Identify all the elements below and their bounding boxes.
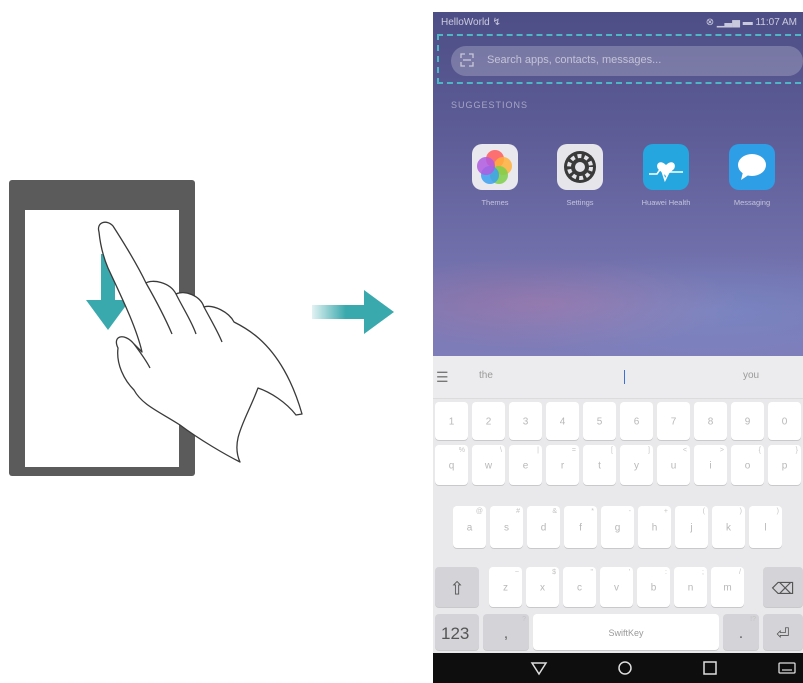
candidate-word[interactable]: the: [479, 370, 493, 381]
keyboard-key[interactable]: {o: [731, 445, 764, 485]
keyboard-key[interactable]: 3: [509, 402, 542, 440]
phone-screen: HelloWorld ↯ ⊗ ▁▃▅ ▬ 11:07 AM Search app…: [433, 12, 803, 683]
keyboard-key[interactable]: ~ z: [489, 567, 522, 607]
messaging-icon: [729, 144, 775, 190]
health-icon: [643, 144, 689, 190]
numbers-toggle-key[interactable]: 123: [435, 614, 479, 650]
keyboard-key[interactable]: ' v: [600, 567, 633, 607]
keyboard-key[interactable]: % q: [435, 445, 468, 485]
keyboard-key[interactable]: & d: [527, 506, 560, 548]
backspace-key[interactable]: ⌫: [763, 567, 803, 607]
keyboard-key[interactable]: | e: [509, 445, 542, 485]
home-icon[interactable]: [616, 660, 634, 676]
keyboard-key[interactable]: / m: [711, 567, 744, 607]
keyboard-key[interactable]: ) l: [749, 506, 782, 548]
keyboard-key[interactable]: ] y: [620, 445, 653, 485]
space-key[interactable]: SwiftKey: [533, 614, 719, 650]
period-key[interactable]: !? .: [723, 614, 759, 650]
keyboard-key[interactable]: 2: [472, 402, 505, 440]
status-icons: ⊗ ▁▃▅ ▬ 11:07 AM: [705, 17, 797, 28]
candidate-word[interactable]: you: [743, 370, 759, 381]
keyboard-key[interactable]: } p: [768, 445, 801, 485]
recents-icon[interactable]: [701, 660, 719, 676]
search-input[interactable]: Search apps, contacts, messages...: [487, 54, 661, 66]
settings-icon: [557, 144, 603, 190]
suggestions-heading: SUGGESTIONS: [451, 100, 529, 110]
keyboard-key[interactable]: = r: [546, 445, 579, 485]
keyboard-key[interactable]: * f: [564, 506, 597, 548]
candidate-bar: ☰ the you: [433, 356, 803, 399]
app-label: Huawei Health: [641, 198, 691, 207]
keyboard-key[interactable]: @ a: [453, 506, 486, 548]
transition-arrow-icon: [312, 290, 394, 334]
hand-icon: [97, 221, 303, 463]
keyboard-key[interactable]: 4: [546, 402, 579, 440]
app-settings[interactable]: Settings: [545, 144, 615, 207]
comma-key[interactable]: ? ,: [483, 614, 529, 650]
keyboard-key[interactable]: :b: [637, 567, 670, 607]
keyboard-key[interactable]: 9: [731, 402, 764, 440]
status-bar: HelloWorld ↯ ⊗ ▁▃▅ ▬ 11:07 AM: [433, 12, 803, 34]
keyboard-key[interactable]: -g: [601, 506, 634, 548]
themes-icon: [472, 144, 518, 190]
keyboard-key[interactable]: 5: [583, 402, 616, 440]
keyboard-key[interactable]: < u: [657, 445, 690, 485]
swipe-gesture-illustration: [86, 221, 303, 463]
app-label: Settings: [566, 198, 594, 207]
text-cursor: [624, 370, 625, 384]
app-messaging[interactable]: Messaging: [717, 144, 787, 207]
keyboard-key[interactable]: + h: [638, 506, 671, 548]
shift-key[interactable]: ⇧: [435, 567, 479, 607]
search-bar[interactable]: Search apps, contacts, messages...: [451, 46, 803, 76]
keyboard-key[interactable]: (j: [675, 506, 708, 548]
keyboard-key[interactable]: 6: [620, 402, 653, 440]
navigation-bar: [433, 653, 803, 683]
keyboard-icon[interactable]: [778, 660, 796, 676]
keyboard-key[interactable]: $ x: [526, 567, 559, 607]
carrier-name: HelloWorld ↯: [441, 17, 501, 28]
app-label: Messaging: [733, 198, 771, 207]
keyboard-key[interactable]: > i: [694, 445, 727, 485]
app-label: Themes: [481, 198, 509, 207]
scan-icon[interactable]: [460, 53, 474, 67]
back-icon[interactable]: [530, 660, 548, 676]
keyboard-key[interactable]: # s: [490, 506, 523, 548]
keyboard-key[interactable]: " c: [563, 567, 596, 607]
keyboard-key[interactable]: [t: [583, 445, 616, 485]
keyboard-key[interactable]: ) k: [712, 506, 745, 548]
app-huawei-health[interactable]: Huawei Health: [631, 144, 701, 207]
keyboard-key[interactable]: \ w: [472, 445, 505, 485]
enter-key[interactable]: ⏎: [763, 614, 803, 650]
keyboard-key[interactable]: 0: [768, 402, 801, 440]
keyboard-key[interactable]: 7: [657, 402, 690, 440]
wallpaper-blur: [433, 244, 803, 364]
keyboard-key[interactable]: 8: [694, 402, 727, 440]
app-themes[interactable]: Themes: [460, 144, 530, 207]
keyboard-menu-icon[interactable]: ☰: [436, 369, 449, 386]
keyboard-key[interactable]: 1: [435, 402, 468, 440]
keyboard: ☰ the you 1 2 3 4 5 6 7 8 9 0% q \ w | e = r[t] y < u > i{o} p…: [433, 356, 803, 653]
keyboard-key[interactable]: ; n: [674, 567, 707, 607]
